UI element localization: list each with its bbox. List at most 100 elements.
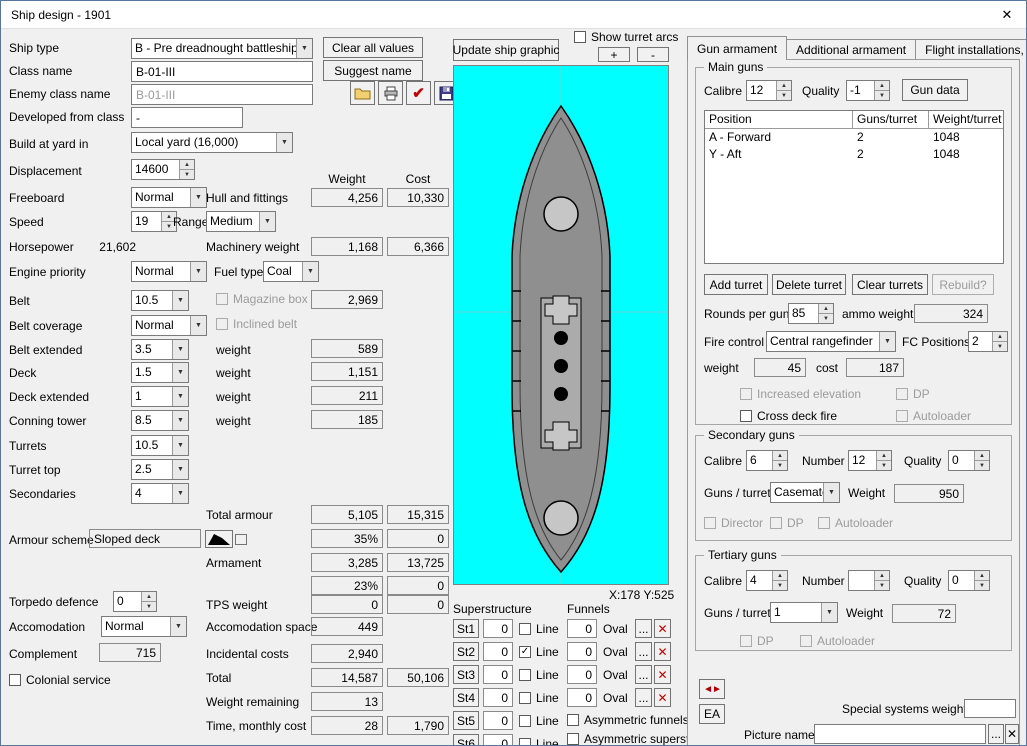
spin-down-icon[interactable] — [875, 91, 889, 100]
torpedo-defence-spinner[interactable]: 0 — [113, 591, 157, 612]
spin-down-icon[interactable] — [773, 461, 787, 470]
tab-additional-armament[interactable]: Additional armament — [786, 39, 917, 59]
funnel1-value[interactable]: 0 — [567, 619, 597, 638]
st5-line-checkbox[interactable]: Line — [519, 714, 559, 728]
checkbox-box[interactable] — [9, 674, 21, 686]
st3-line-checkbox[interactable]: Line — [519, 668, 559, 682]
chevron-down-icon[interactable] — [879, 332, 895, 351]
checkbox-box[interactable] — [567, 733, 579, 745]
checkbox-box[interactable] — [519, 715, 531, 727]
tg-number-spinner[interactable] — [848, 570, 890, 591]
enemy-class-input[interactable] — [131, 84, 313, 105]
spinner-buttons[interactable] — [772, 451, 787, 470]
chevron-down-icon[interactable] — [170, 617, 186, 636]
st3-value[interactable]: 0 — [483, 665, 513, 684]
spin-up-icon[interactable] — [975, 451, 989, 461]
chevron-down-icon[interactable] — [276, 133, 292, 152]
checkbox-box[interactable]: ✓ — [519, 646, 531, 658]
spin-down-icon[interactable] — [975, 581, 989, 590]
st4-value[interactable]: 0 — [483, 688, 513, 707]
spin-down-icon[interactable] — [875, 581, 889, 590]
clear-all-values-button[interactable]: Clear all values — [323, 37, 423, 58]
turrets-select[interactable]: 10.5 — [131, 435, 189, 456]
turret-row[interactable]: Y - Aft 2 1048 — [705, 146, 1003, 163]
chevron-down-icon[interactable] — [172, 436, 188, 455]
funnel2-browse-button[interactable]: ... — [635, 642, 652, 661]
funnel4-value[interactable]: 0 — [567, 688, 597, 707]
spin-up-icon[interactable] — [875, 81, 889, 91]
spinner-buttons[interactable] — [818, 304, 833, 323]
special-systems-weight-input[interactable] — [964, 699, 1016, 718]
suggest-name-button[interactable]: Suggest name — [323, 60, 423, 81]
funnel2-delete-button[interactable]: ✕ — [654, 642, 671, 661]
turret-table[interactable]: Position Guns/turret Weight/turret A - F… — [704, 110, 1004, 264]
sg-quality-spinner[interactable]: 0 — [948, 450, 990, 471]
build-yard-select[interactable]: Local yard (16,000) — [131, 132, 293, 153]
belt-coverage-select[interactable]: Normal — [131, 315, 207, 336]
spin-up-icon[interactable] — [180, 160, 194, 170]
checkbox-box[interactable] — [519, 692, 531, 704]
spinner-buttons[interactable] — [874, 571, 889, 590]
spin-down-icon[interactable] — [142, 602, 156, 611]
funnel1-delete-button[interactable]: ✕ — [654, 619, 671, 638]
gun-data-button[interactable]: Gun data — [902, 79, 968, 101]
st2-button[interactable]: St2 — [453, 642, 479, 661]
st1-value[interactable]: 0 — [483, 619, 513, 638]
class-name-input[interactable] — [131, 61, 313, 82]
deck-extended-select[interactable]: 1 — [131, 386, 189, 407]
checkbox-box[interactable] — [567, 714, 579, 726]
spin-down-icon[interactable] — [993, 342, 1007, 351]
fire-control-select[interactable]: Central rangefinder — [766, 331, 896, 352]
st5-value[interactable]: 0 — [483, 711, 513, 730]
st6-line-checkbox[interactable]: Line — [519, 737, 559, 745]
turret-row[interactable]: A - Forward 2 1048 — [705, 129, 1003, 146]
chevron-down-icon[interactable] — [172, 340, 188, 359]
tab-gun-armament[interactable]: Gun armament — [687, 36, 788, 60]
picture-clear-button[interactable]: ✕ — [1005, 724, 1019, 744]
zoom-in-button[interactable]: + — [598, 47, 630, 62]
funnel4-browse-button[interactable]: ... — [635, 688, 652, 707]
turret-top-select[interactable]: 2.5 — [131, 459, 189, 480]
add-turret-button[interactable]: Add turret — [704, 274, 768, 295]
spin-up-icon[interactable] — [773, 451, 787, 461]
asymmetric-funnels-checkbox[interactable]: Asymmetric funnels — [567, 713, 689, 727]
funnel3-delete-button[interactable]: ✕ — [654, 665, 671, 684]
print-button[interactable] — [378, 81, 403, 105]
tg-quality-spinner[interactable]: 0 — [948, 570, 990, 591]
chevron-down-icon[interactable] — [172, 363, 188, 382]
spinner-buttons[interactable] — [874, 81, 889, 100]
spin-up-icon[interactable] — [975, 571, 989, 581]
nav-arrows-button[interactable]: ◄► — [699, 679, 725, 699]
chevron-down-icon[interactable] — [172, 291, 188, 310]
spin-up-icon[interactable] — [877, 451, 891, 461]
mg-quality-spinner[interactable]: -1 — [846, 80, 890, 101]
ea-button[interactable]: EA — [699, 704, 725, 724]
spin-down-icon[interactable] — [819, 314, 833, 323]
spinner-buttons[interactable] — [141, 592, 156, 611]
update-ship-graphic-button[interactable]: Update ship graphic — [453, 39, 559, 61]
st5-button[interactable]: St5 — [453, 711, 479, 730]
checkbox-box[interactable] — [519, 669, 531, 681]
clear-turrets-button[interactable]: Clear turrets — [852, 274, 928, 295]
chevron-down-icon[interactable] — [172, 484, 188, 503]
validate-design-button[interactable]: ✔ — [406, 81, 431, 105]
displacement-spinner[interactable]: 14600 — [131, 159, 195, 180]
armour-scheme-field[interactable]: Sloped deck — [89, 529, 201, 548]
st6-button[interactable]: St6 — [453, 734, 479, 745]
spin-up-icon[interactable] — [777, 81, 791, 91]
checkbox-box[interactable] — [574, 31, 586, 43]
spinner-buttons[interactable] — [772, 571, 787, 590]
spinner-buttons[interactable] — [179, 160, 194, 179]
chevron-down-icon[interactable] — [190, 262, 206, 281]
sg-number-spinner[interactable]: 12 — [848, 450, 892, 471]
ship-graphic-canvas[interactable] — [453, 65, 669, 585]
sg-guns-turret-select[interactable]: Casemate — [770, 482, 840, 503]
chevron-down-icon[interactable] — [302, 262, 318, 281]
tg-calibre-spinner[interactable]: 4 — [746, 570, 788, 591]
tab-flight-installations[interactable]: Flight installations, missiles — [915, 39, 1026, 59]
funnel4-delete-button[interactable]: ✕ — [654, 688, 671, 707]
spin-down-icon[interactable] — [777, 91, 791, 100]
chevron-down-icon[interactable] — [259, 212, 275, 231]
funnel3-value[interactable]: 0 — [567, 665, 597, 684]
open-file-button[interactable] — [350, 81, 375, 105]
